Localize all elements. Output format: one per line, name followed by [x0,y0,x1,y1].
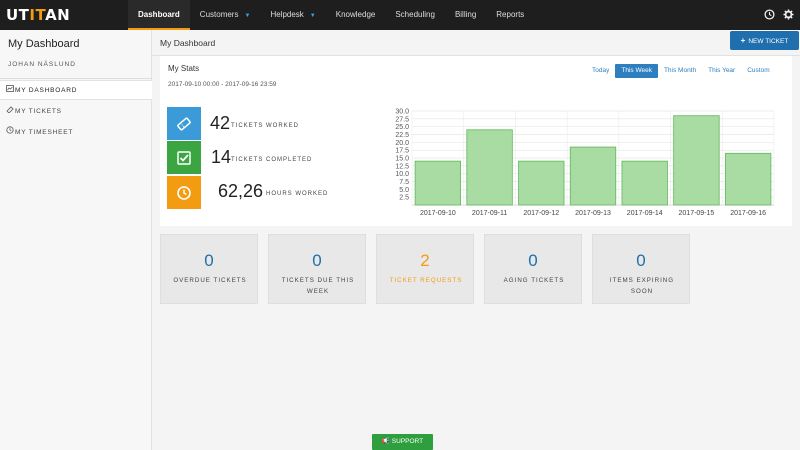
bar [724,152,772,206]
tile-value: 0 [312,251,322,270]
nav-reports[interactable]: Reports [486,0,534,30]
tickets-completed-label: TICKETS COMPLETED [231,157,313,163]
tickets-completed-value: 14 [211,147,232,167]
tickets-worked-label: TICKETS WORKED [231,123,300,129]
tile-tickets-due-this-week[interactable]: 0 TICKETS DUE THIS WEEK [268,234,366,304]
bar [466,129,513,206]
x-tick-label: 2017-09-13 [575,210,611,217]
tile-label: OVERDUE TICKETS [173,277,247,284]
y-tick-label: 22.5 [395,132,409,139]
tab-custom[interactable]: Custom [741,64,775,78]
sidebar-item-label: MY DASHBOARD [15,87,78,94]
tile-ticket-requests[interactable]: 2 TICKET REQUESTS [376,234,474,304]
clock-icon [6,123,15,143]
bar [414,160,462,206]
tile-aging-tickets[interactable]: 0 AGING TICKETS [484,234,582,304]
x-tick-label: 2017-09-16 [730,210,766,217]
chart-icon [6,81,15,101]
tickets-bar-chart: 2.55.07.510.012.515.017.520.022.525.027.… [395,109,775,217]
clock-icon[interactable] [763,9,775,21]
nav-billing[interactable]: Billing [445,0,486,30]
page-title: My Dashboard [160,38,216,48]
hours-worked-label: HOURS WORKED [266,191,329,197]
y-tick-label: 2.5 [399,195,409,202]
main-nav: Dashboard Customers ▼ Helpdesk ▼ Knowledge… [128,0,534,30]
tile-overdue-tickets[interactable]: 0 OVERDUE TICKETS [160,234,258,304]
tile-label: TICKET REQUESTS [389,277,463,284]
sidebar-title: My Dashboard [8,38,80,50]
tab-today[interactable]: Today [586,64,615,78]
sidebar-item-label: MY TICKETS [15,108,62,115]
nav-scheduling[interactable]: Scheduling [385,0,445,30]
tile-value: 0 [528,251,538,270]
tickets-worked-value: 42 [210,113,231,133]
nav-helpdesk[interactable]: Helpdesk ▼ [260,0,325,30]
bar [673,115,720,206]
gear-icon[interactable] [782,9,794,21]
nav-customers[interactable]: Customers ▼ [190,0,261,30]
new-ticket-button[interactable]: + NEW TICKET [730,31,799,50]
y-tick-label: 20.0 [395,140,409,147]
tile-value: 2 [420,251,430,270]
y-tick-label: 7.5 [399,179,409,186]
nav-knowledge[interactable]: Knowledge [326,0,386,30]
ticket-icon [167,107,201,140]
sidebar-item-my-dashboard[interactable]: MY DASHBOARD [0,80,152,100]
y-tick-label: 30.0 [395,109,409,116]
ticket-icon [6,102,15,122]
support-button[interactable]: 📢 SUPPORT [372,434,433,450]
sidebar-item-my-tickets[interactable]: MY TICKETS [0,102,152,122]
tab-this-year[interactable]: This Year [702,64,741,78]
bar [621,160,668,206]
tile-value: 0 [204,251,214,270]
top-navigation-bar: UTITAN Dashboard Customers ▼ Helpdesk ▼ Kn… [0,0,800,30]
clock-icon [167,176,201,209]
stats-date-range: 2017-09-10 00:00 - 2017-09-16 23:59 [168,81,277,88]
sidebar-item-label: MY TIMESHEET [15,129,74,136]
y-tick-label: 12.5 [395,163,409,170]
tile-label: ITEMS EXPIRING SOON [609,277,675,295]
x-tick-label: 2017-09-12 [523,210,559,217]
tile-label: AGING TICKETS [503,277,565,284]
sidebar-divider [0,78,152,79]
logo-wordmark: UTITAN [6,6,71,24]
period-tabs: Today This Week This Month This Year Cus… [586,64,776,78]
y-tick-label: 17.5 [395,148,409,155]
y-tick-label: 10.0 [395,171,409,178]
hours-worked-value: 62,26 [218,181,264,201]
x-tick-label: 2017-09-11 [472,210,507,217]
megaphone-icon: 📢 [381,438,392,445]
nav-dashboard[interactable]: Dashboard [128,0,190,30]
tile-items-expiring-soon[interactable]: 0 ITEMS EXPIRING SOON [592,234,690,304]
caret-down-icon: ▼ [244,13,251,19]
bar [518,160,565,206]
y-tick-label: 25.0 [395,124,409,131]
tab-this-month[interactable]: This Month [658,64,702,78]
tile-value: 0 [636,251,646,270]
caret-down-icon: ▼ [309,13,316,19]
x-tick-label: 2017-09-14 [627,210,663,217]
y-tick-label: 27.5 [395,116,409,123]
sidebar-user-name: JOHAN NÄSLUND [8,61,76,68]
y-tick-label: 15.0 [395,156,409,163]
check-icon [167,141,201,174]
tab-this-week[interactable]: This Week [615,64,658,78]
sidebar-item-my-timesheet[interactable]: MY TIMESHEET [0,123,152,143]
stats-title: My Stats [168,64,200,73]
x-tick-label: 2017-09-10 [420,210,456,217]
x-tick-label: 2017-09-15 [679,210,715,217]
sidebar: My Dashboard JOHAN NÄSLUND MY DASHBOARD … [0,30,152,450]
utitan-logo[interactable]: UTITAN [6,5,70,25]
plus-icon: + [740,36,746,45]
y-tick-label: 5.0 [399,187,409,194]
bar [569,146,617,206]
tile-label: TICKETS DUE THIS WEEK [281,277,355,295]
